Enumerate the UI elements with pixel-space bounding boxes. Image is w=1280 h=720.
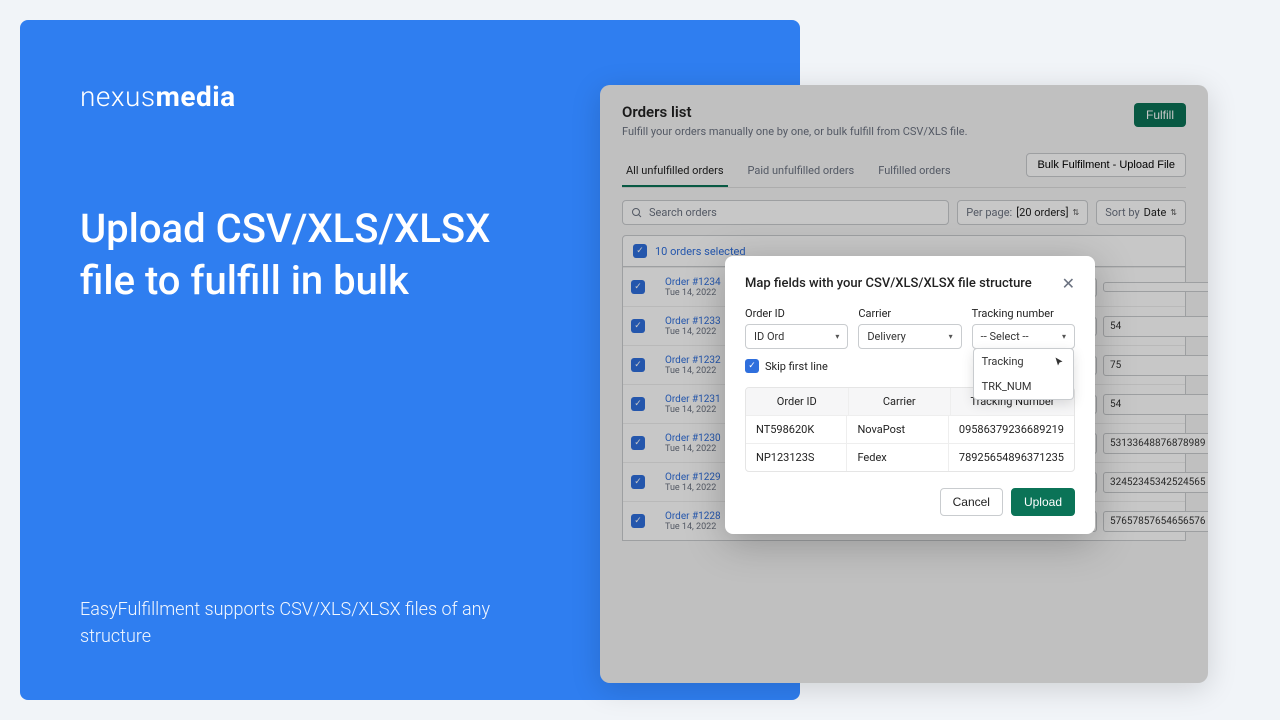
option-label: TRK_NUM bbox=[982, 380, 1032, 393]
brand-light: nexus bbox=[80, 80, 156, 113]
chevron-down-icon: ▾ bbox=[1062, 332, 1066, 341]
tracking-label: Tracking number bbox=[972, 307, 1075, 320]
upload-button[interactable]: Upload bbox=[1011, 488, 1075, 516]
tracking-dropdown: Tracking TRK_NUM bbox=[973, 348, 1074, 400]
order-id-label: Order ID bbox=[745, 307, 848, 320]
tracking-select[interactable]: -- Select -- ▾ Tracking TRK_NUM bbox=[972, 324, 1075, 349]
subtext: EasyFulfillment supports CSV/XLS/XLSX fi… bbox=[80, 596, 520, 650]
tracking-value: -- Select -- bbox=[981, 330, 1029, 343]
order-id-select[interactable]: ID Ord ▾ bbox=[745, 324, 848, 349]
preview-cell: 78925654896371235 bbox=[949, 444, 1074, 471]
close-icon[interactable]: ✕ bbox=[1062, 274, 1075, 293]
chevron-down-icon: ▾ bbox=[949, 332, 953, 341]
option-label: Tracking bbox=[982, 355, 1024, 368]
map-fields-modal: Map fields with your CSV/XLS/XLSX file s… bbox=[725, 256, 1095, 534]
skip-first-line-label: Skip first line bbox=[765, 360, 828, 373]
preview-cell: 09586379236689219 bbox=[949, 416, 1074, 443]
order-id-value: ID Ord bbox=[754, 330, 784, 343]
cursor-icon bbox=[1053, 356, 1065, 368]
carrier-value: Delivery bbox=[867, 330, 906, 343]
headline: Upload CSV/XLS/XLSX file to fulfill in b… bbox=[80, 203, 520, 307]
dropdown-option-trknum[interactable]: TRK_NUM bbox=[974, 374, 1073, 399]
preview-cell: NT598620K bbox=[746, 416, 847, 443]
preview-cell: Fedex bbox=[847, 444, 948, 471]
carrier-select[interactable]: Delivery ▾ bbox=[858, 324, 961, 349]
preview-cell: NovaPost bbox=[847, 416, 948, 443]
preview-cell: NP123123S bbox=[746, 444, 847, 471]
skip-first-line-checkbox[interactable]: ✓ bbox=[745, 359, 759, 373]
cancel-button[interactable]: Cancel bbox=[940, 488, 1003, 516]
chevron-down-icon: ▾ bbox=[835, 332, 839, 341]
carrier-label: Carrier bbox=[858, 307, 961, 320]
brand-bold: media bbox=[156, 80, 236, 113]
preview-header: Order ID bbox=[746, 388, 849, 415]
preview-header: Carrier bbox=[849, 388, 952, 415]
dropdown-option-tracking[interactable]: Tracking bbox=[974, 349, 1073, 374]
modal-title: Map fields with your CSV/XLS/XLSX file s… bbox=[745, 276, 1032, 291]
